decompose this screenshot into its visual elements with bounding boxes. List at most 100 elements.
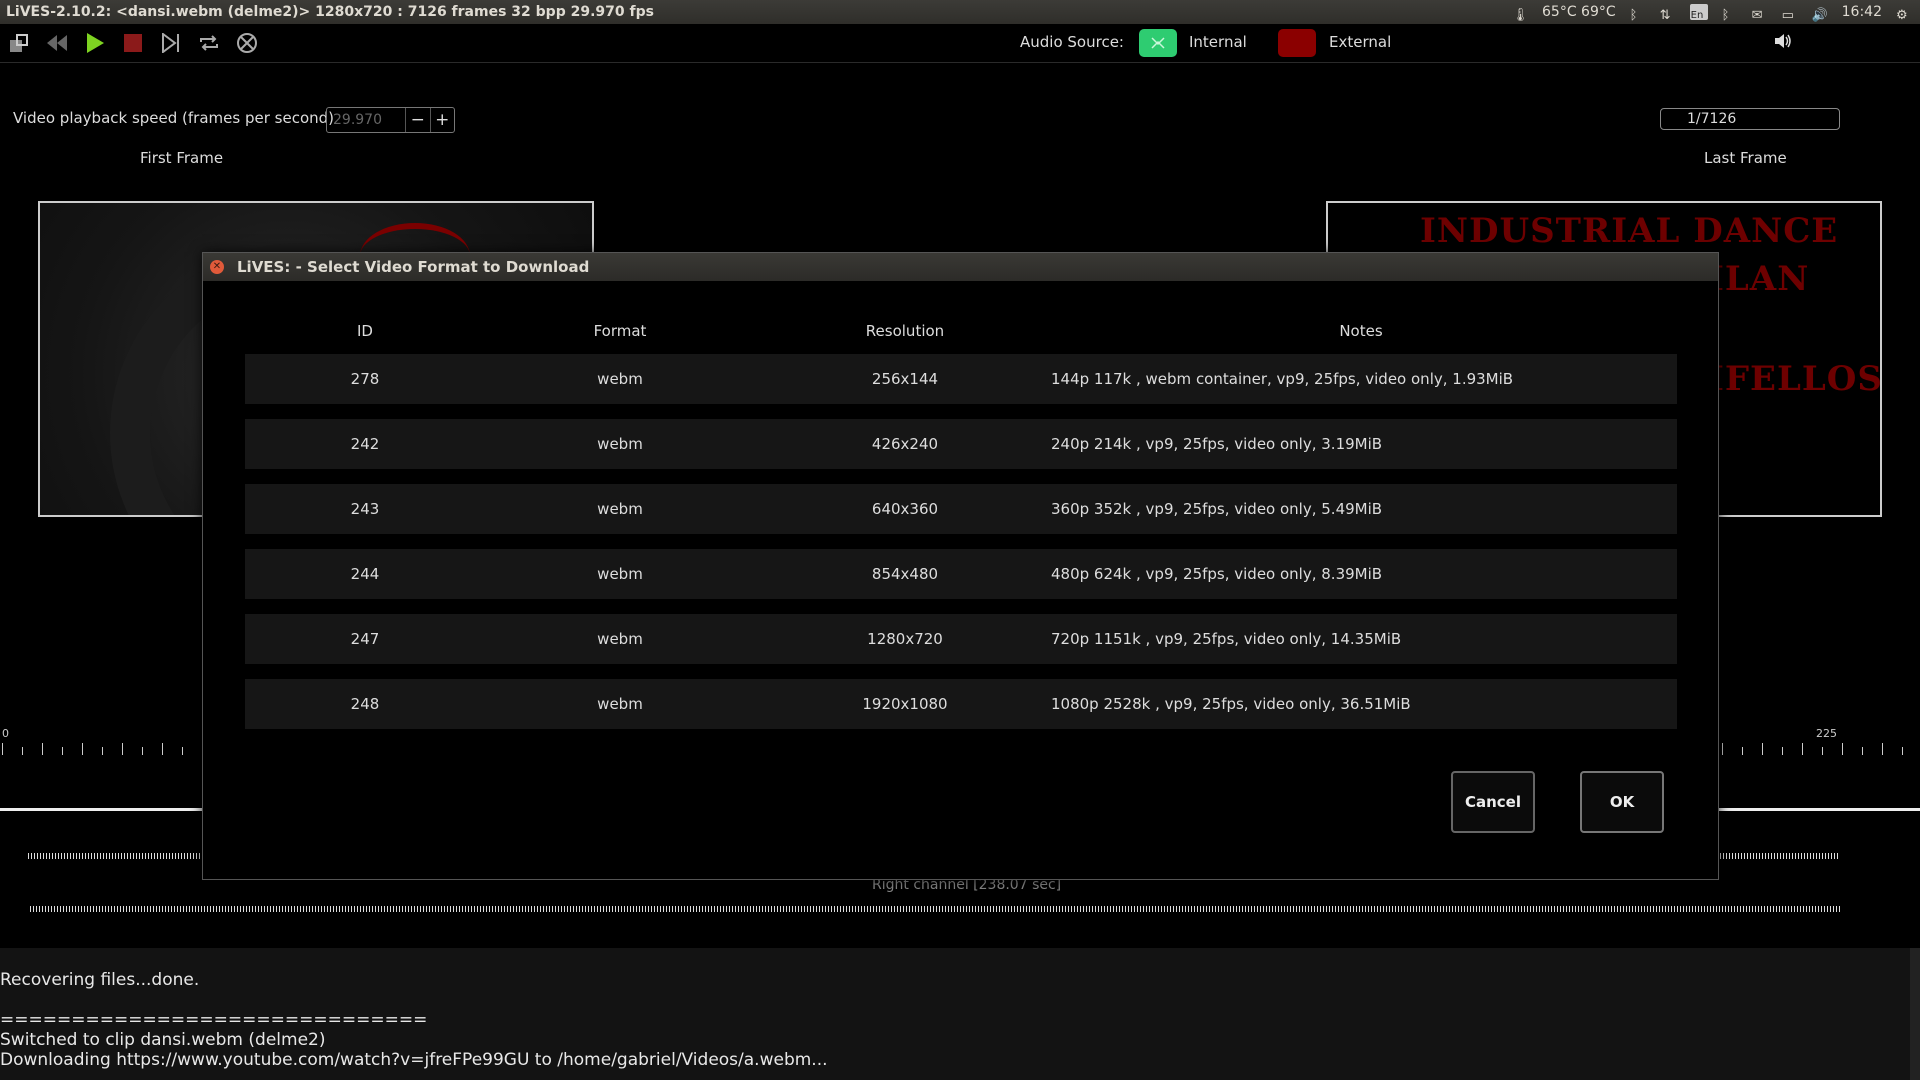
first-frame-label: First Frame [140,149,224,167]
rewind-button[interactable] [44,30,70,56]
cell-format: webm [597,630,643,648]
header-format[interactable]: Format [485,322,755,340]
gear-icon[interactable]: ⚙ [1896,4,1912,23]
timeline-tick [82,743,83,755]
network-transfer-icon[interactable]: ⇅ [1660,4,1676,23]
timeline-tick [182,747,183,755]
table-row[interactable]: 243 webm 640x360 360p 352k , vp9, 25fps,… [245,484,1677,534]
cell-notes: 720p 1151k , vp9, 25fps, video only, 14.… [1051,630,1402,648]
right-channel-waveform[interactable] [30,906,1842,912]
table-row[interactable]: 278 webm 256x144 144p 117k , webm contai… [245,354,1677,404]
system-tray: 🌡 65°C 69°C ᛒ ⇅ En ᛒ ✉ ▭ 🔊 16:42 ⚙ [1512,0,1912,24]
clock[interactable]: 16:42 [1842,0,1882,24]
fps-input[interactable] [327,111,405,129]
sepwin-button[interactable] [6,30,32,56]
cell-notes: 360p 352k , vp9, 25fps, video only, 5.49… [1051,500,1383,518]
cell-resolution: 426x240 [871,435,939,453]
loop-icon [200,35,218,51]
console-scrollbar[interactable] [1910,948,1920,1080]
table-header: ID Format Resolution Notes [245,322,1677,346]
cell-resolution: 1280x720 [867,630,943,648]
play-icon [87,33,104,53]
table-row[interactable]: 242 webm 426x240 240p 214k , vp9, 25fps,… [245,419,1677,469]
frame-counter[interactable]: 1/7126 [1660,108,1840,130]
timeline-tick [122,743,123,755]
fps-decrease-button[interactable]: − [405,108,430,132]
poster-line-1: INDUSTRIAL DANCE [1420,211,1839,251]
audio-internal-button[interactable] [1139,29,1177,57]
bluetooth-icon[interactable]: ᛒ [1630,4,1646,23]
timeline-tick [42,743,43,755]
mail-icon[interactable]: ✉ [1752,4,1768,23]
volume-icon[interactable] [1774,33,1792,53]
audio-internal-label[interactable]: Internal [1189,33,1247,51]
play-selection-button[interactable] [158,30,184,56]
fps-spinbutton[interactable]: − + [326,107,455,133]
cell-id: 242 [350,435,380,453]
mute-button[interactable] [234,30,260,56]
volume-tray-icon[interactable]: 🔊 [1812,4,1828,23]
timeline-tick [1882,743,1883,755]
timeline-tick [22,747,23,755]
cell-id: 244 [350,565,380,583]
cell-format: webm [597,565,643,583]
audio-external-button[interactable] [1278,29,1316,57]
cell-notes: 1080p 2528k , vp9, 25fps, video only, 36… [1051,695,1411,713]
dialog-titlebar[interactable]: ✕ LiVES: - Select Video Format to Downlo… [203,253,1718,281]
window-title: LiVES-2.10.2: <dansi.webm (delme2)> 1280… [6,4,654,20]
cell-id: 247 [350,630,380,648]
loop-button[interactable] [196,30,222,56]
cell-format: webm [597,370,643,388]
dialog-title: LiVES: - Select Video Format to Download [237,258,590,276]
console-line: Switched to clip dansi.webm (delme2) [0,1030,326,1050]
cell-id: 278 [350,370,380,388]
poster-line-2: ILAN [1708,259,1810,299]
cell-notes: 240p 214k , vp9, 25fps, video only, 3.19… [1051,435,1383,453]
cell-notes: 144p 117k , webm container, vp9, 25fps, … [1051,370,1514,388]
table-row[interactable]: 248 webm 1920x1080 1080p 2528k , vp9, 25… [245,679,1677,729]
ok-button[interactable]: OK [1580,771,1664,833]
timeline-tick [1902,747,1903,755]
timeline-tick [102,747,103,755]
cell-resolution: 854x480 [871,565,939,583]
timeline-tick [1822,747,1823,755]
keyboard-layout-indicator[interactable]: En [1689,4,1708,21]
timeline-tick [1802,743,1803,755]
rewind-icon [47,35,67,51]
table-row[interactable]: 244 webm 854x480 480p 624k , vp9, 25fps,… [245,549,1677,599]
check-icon [1151,37,1165,49]
cell-resolution: 640x360 [871,500,939,518]
audio-external-label[interactable]: External [1329,33,1391,51]
play-button[interactable] [82,30,108,56]
header-resolution[interactable]: Resolution [765,322,1045,340]
cell-resolution: 1920x1080 [862,695,948,713]
console-line: Recovering files...done. [0,970,200,990]
console-line: Downloading https://www.youtube.com/watc… [0,1050,828,1070]
skip-to-end-icon [162,33,179,53]
last-frame-label: Last Frame [1704,149,1787,167]
timeline-tick [1742,747,1743,755]
cell-id: 248 [350,695,380,713]
thermometer-icon[interactable]: 🌡 [1512,4,1529,23]
fps-increase-button[interactable]: + [429,108,455,132]
table-row[interactable]: 247 webm 1280x720 720p 1151k , vp9, 25fp… [245,614,1677,664]
stop-button[interactable] [120,30,146,56]
timeline-tick [1842,743,1843,755]
timeline-tick [1862,747,1863,755]
timeline-start-label: 0 [2,727,9,740]
cell-format: webm [597,500,643,518]
temperature-readout[interactable]: 65°C 69°C [1542,0,1616,24]
toolbar: Audio Source: Internal External [0,24,1920,63]
battery-icon[interactable]: ▭ [1782,4,1798,23]
separate-window-icon [10,34,28,52]
timeline-tick [2,743,3,755]
bluetooth-icon-2[interactable]: ᛒ [1722,4,1738,23]
audio-source-label: Audio Source: [1020,33,1124,51]
close-icon[interactable]: ✕ [210,260,224,274]
cancel-button[interactable]: Cancel [1451,771,1535,833]
header-notes[interactable]: Notes [1045,322,1677,340]
select-format-dialog: ✕ LiVES: - Select Video Format to Downlo… [202,252,1719,880]
timeline-tick [1722,743,1723,755]
timeline-tick [62,747,63,755]
header-id[interactable]: ID [245,322,485,340]
